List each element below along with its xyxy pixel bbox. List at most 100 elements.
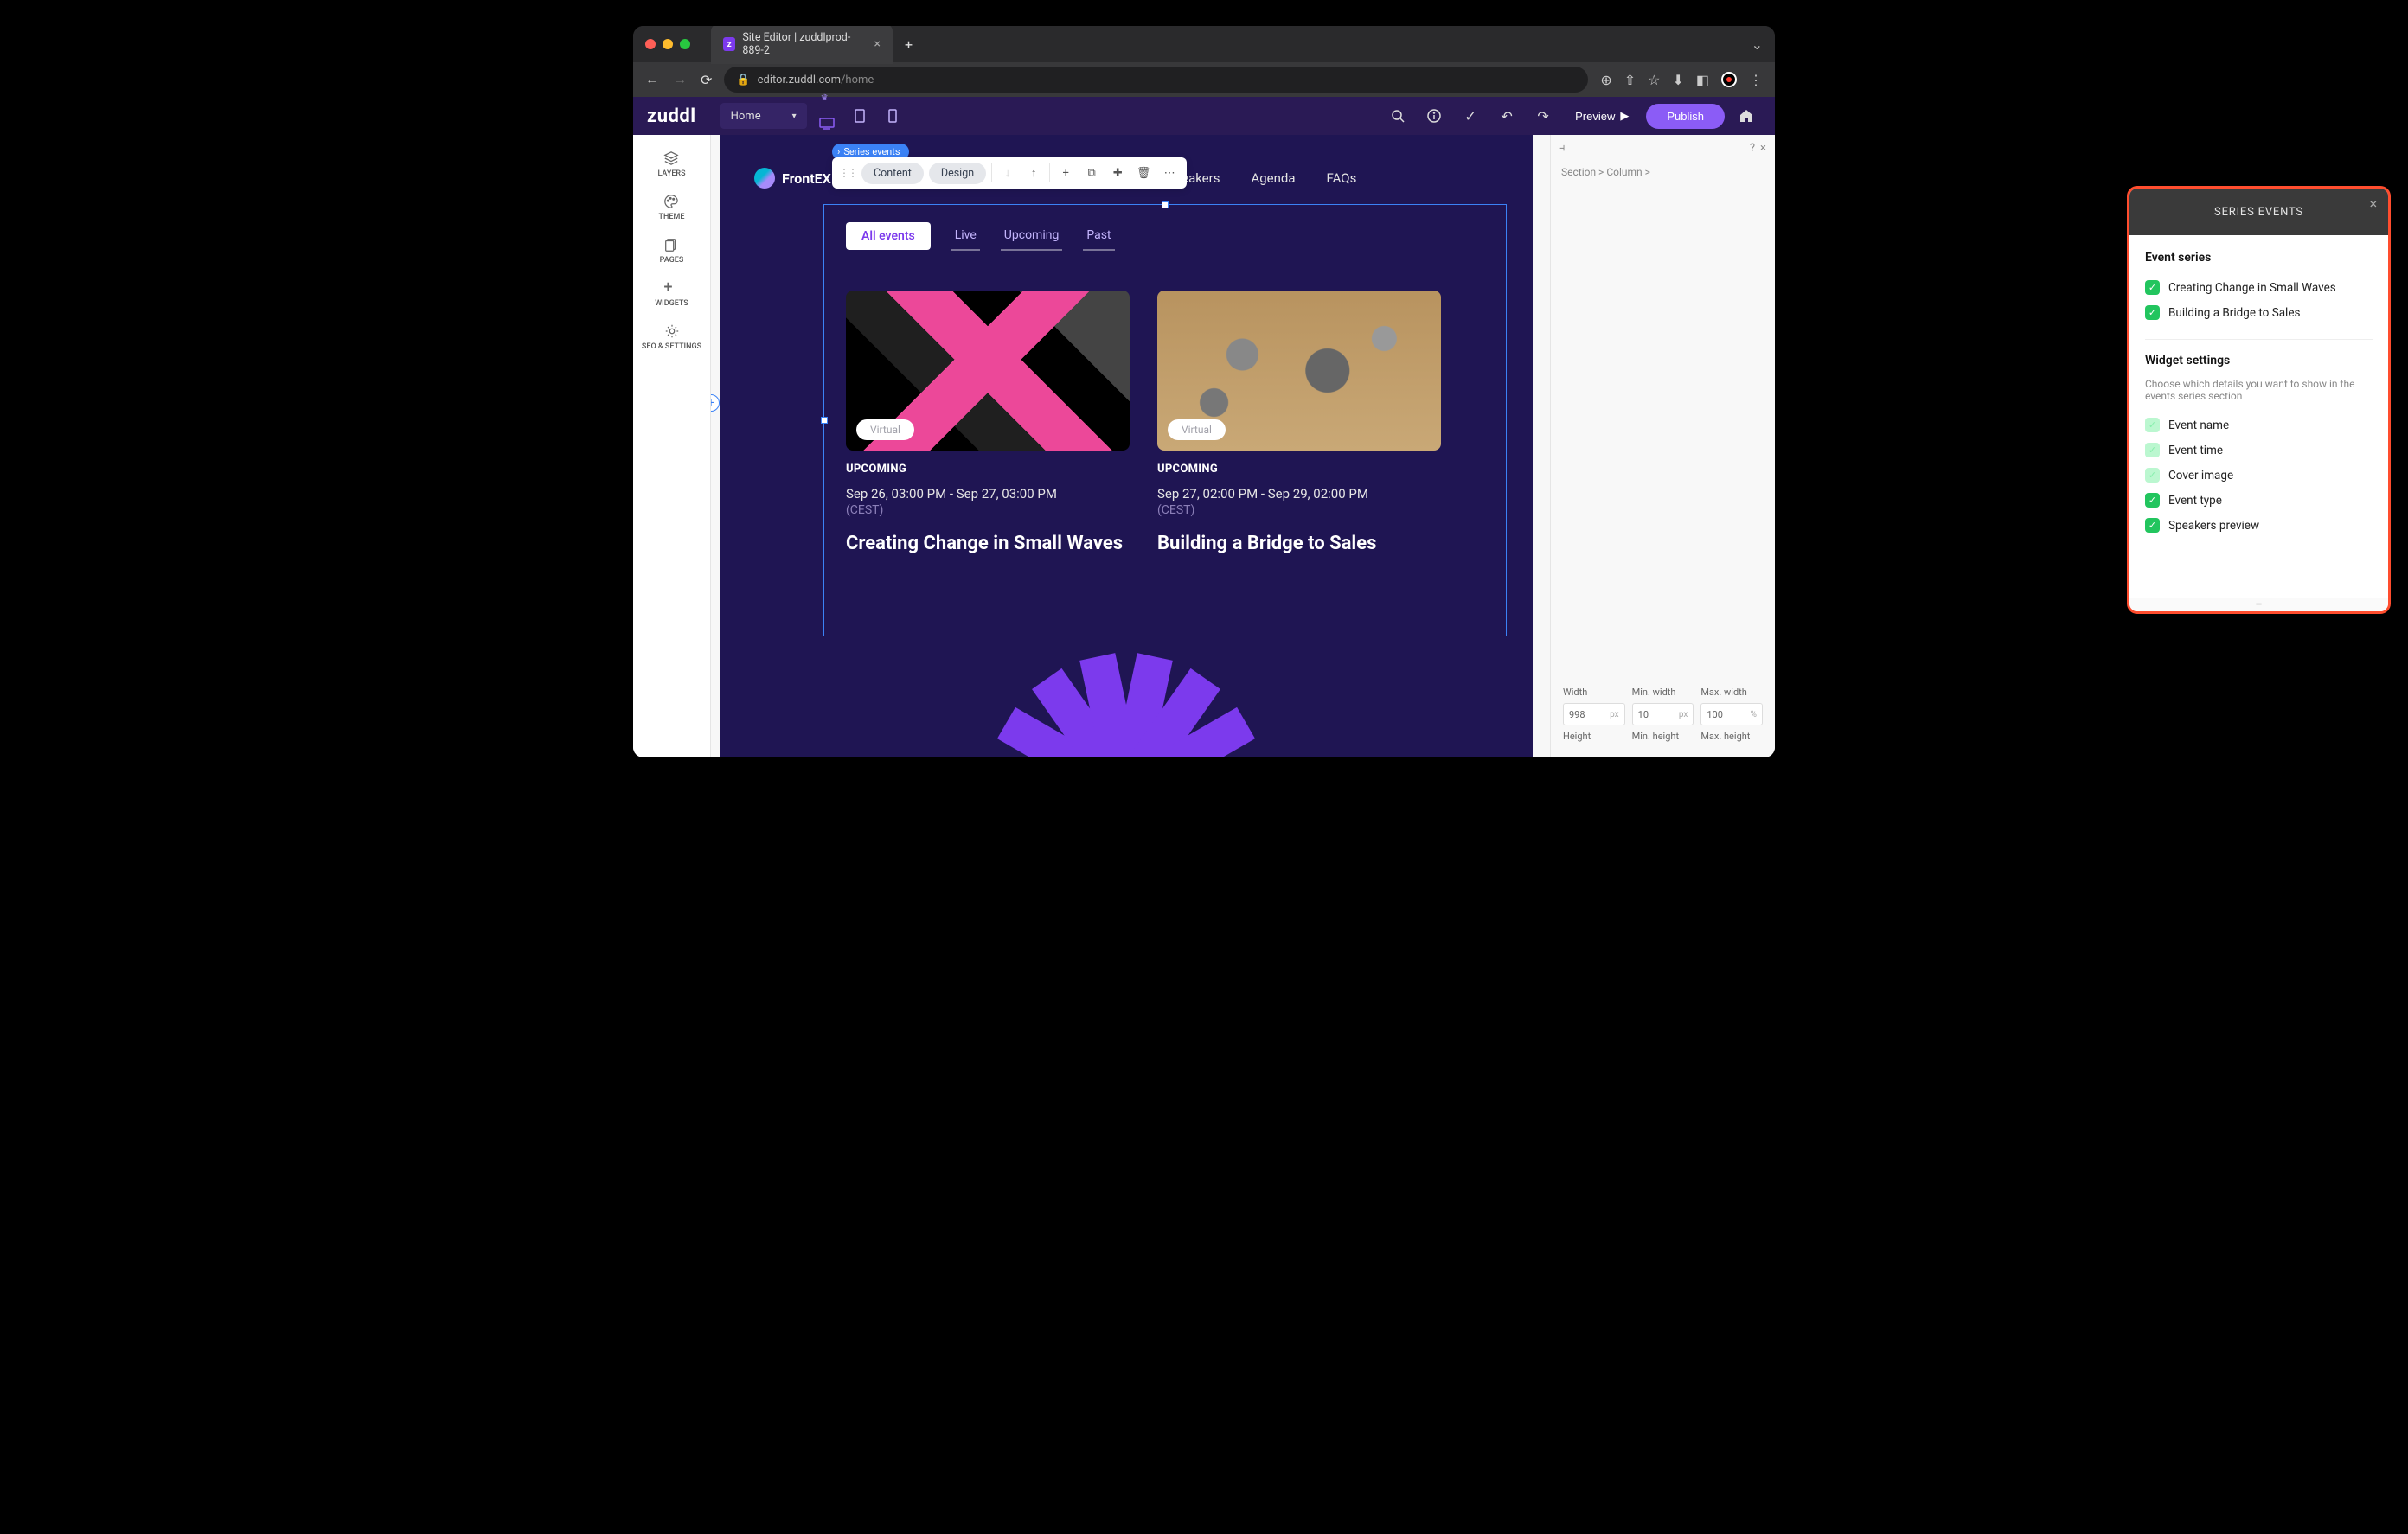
content-tab[interactable]: Content	[861, 163, 924, 184]
site-nav: Speakers Agenda FAQs	[1167, 170, 1357, 186]
filter-tabs: All events Live Upcoming Past	[846, 221, 1115, 251]
download-icon[interactable]: ⬇	[1672, 72, 1683, 88]
chevron-down-icon[interactable]: ⌄	[1752, 36, 1763, 53]
page-select-label: Home	[731, 110, 761, 123]
help-icon[interactable]: ?	[1750, 142, 1755, 155]
events-row: Virtual UPCOMING Sep 26, 03:00 PM - Sep …	[846, 291, 1498, 554]
url-path: /home	[841, 74, 874, 86]
event-card[interactable]: Virtual UPCOMING Sep 27, 02:00 PM - Sep …	[1157, 291, 1441, 554]
tab-title: Site Editor | zuddlprod-889-2	[742, 31, 863, 57]
event-timezone: (CEST)	[846, 503, 1130, 517]
tab-favicon-icon: z	[723, 37, 735, 51]
panel-icon[interactable]: ◧	[1696, 72, 1709, 88]
width-label: Width	[1563, 687, 1625, 698]
dimension-controls: Width Min. width Max. width 998px 10px 1…	[1551, 680, 1775, 749]
move-up-icon[interactable]: ↑	[1023, 163, 1044, 183]
floating-toolbar: ⋮⋮ Content Design ↓ ↑ + ⧉ ✚ 🗑 ⋯	[832, 157, 1187, 189]
record-icon[interactable]	[1721, 72, 1737, 87]
minwidth-label: Min. width	[1632, 687, 1694, 698]
editor-canvas[interactable]: FrontEX Speakers Agenda FAQs › Series ev…	[720, 135, 1533, 757]
filter-past[interactable]: Past	[1083, 221, 1114, 251]
width-input[interactable]: 998px	[1563, 703, 1625, 725]
event-title: Creating Change in Small Waves	[846, 533, 1130, 554]
event-cover-image: Virtual	[846, 291, 1130, 451]
search-button[interactable]	[1383, 101, 1412, 131]
drag-handle-icon[interactable]: ⋮⋮	[839, 167, 856, 179]
panel-toggle-icon[interactable]: ⫞	[1559, 142, 1566, 155]
sidebar-item-widgets[interactable]: + WIDGETS	[650, 275, 694, 313]
crown-icon: ♛	[821, 93, 829, 103]
close-tab-icon[interactable]: ×	[874, 37, 881, 51]
logo-orb-icon	[754, 168, 775, 189]
filter-all[interactable]: All events	[846, 222, 931, 250]
delete-icon[interactable]: 🗑	[1133, 163, 1154, 183]
zoom-icon[interactable]: ⊕	[1600, 72, 1611, 88]
filter-upcoming[interactable]: Upcoming	[1001, 221, 1063, 251]
reload-button[interactable]: ⟳	[701, 72, 712, 88]
device-tablet-button[interactable]	[847, 103, 873, 129]
url-input[interactable]: 🔒 editor.zuddl.com/home	[724, 67, 1588, 93]
add-section-button[interactable]: +	[711, 394, 720, 412]
decorative-rays	[953, 654, 1299, 757]
resize-handle-left[interactable]	[821, 417, 828, 424]
event-timezone: (CEST)	[1157, 503, 1441, 517]
event-type-badge: Virtual	[856, 419, 914, 440]
sidebar-label: LAYERS	[657, 169, 685, 178]
close-window-icon[interactable]	[645, 39, 656, 49]
event-type-badge: Virtual	[1168, 419, 1226, 440]
nav-link-agenda[interactable]: Agenda	[1251, 170, 1295, 186]
filter-live[interactable]: Live	[951, 221, 980, 251]
window-controls	[645, 39, 690, 49]
back-button[interactable]: ←	[645, 71, 659, 88]
device-desktop-button[interactable]	[814, 112, 840, 137]
bookmark-icon[interactable]: ☆	[1648, 72, 1660, 88]
close-panel-icon[interactable]: ×	[1760, 142, 1766, 155]
sidebar-label: PAGES	[660, 256, 684, 265]
maximize-window-icon[interactable]	[680, 39, 690, 49]
app-bar: zuddl Home ▾ ♛ ✓ ↶ ↷ Preview ▶	[633, 97, 1775, 135]
undo-button[interactable]: ↶	[1492, 101, 1521, 131]
more-icon[interactable]: ⋯	[1159, 163, 1180, 183]
lock-icon: 🔒	[736, 74, 750, 86]
left-sidebar: LAYERS THEME PAGES + WIDGETS SEO & SETTI…	[633, 135, 711, 757]
add-icon[interactable]: +	[1055, 163, 1076, 183]
maxwidth-input[interactable]: 100%	[1700, 703, 1763, 725]
sidebar-label: SEO & SETTINGS	[642, 342, 701, 351]
event-card[interactable]: Virtual UPCOMING Sep 26, 03:00 PM - Sep …	[846, 291, 1130, 554]
main-area: LAYERS THEME PAGES + WIDGETS SEO & SETTI…	[633, 135, 1775, 757]
publish-button[interactable]: Publish	[1646, 104, 1725, 129]
design-tab[interactable]: Design	[929, 163, 986, 184]
sidebar-item-pages[interactable]: PAGES	[655, 232, 689, 270]
play-icon: ▶	[1620, 109, 1629, 123]
add-alt-icon[interactable]: ✚	[1107, 163, 1128, 183]
sidebar-item-theme[interactable]: THEME	[654, 189, 690, 227]
canvas-wrap: + FrontEX Speakers Agenda FAQs › Series	[711, 135, 1550, 757]
new-tab-button[interactable]: +	[905, 36, 913, 53]
chevron-right-icon: ›	[837, 146, 840, 157]
nav-link-faqs[interactable]: FAQs	[1327, 170, 1357, 186]
duplicate-icon[interactable]: ⧉	[1081, 163, 1102, 183]
height-label: Height	[1563, 731, 1625, 742]
redo-button[interactable]: ↷	[1528, 101, 1558, 131]
page-select[interactable]: Home ▾	[720, 103, 807, 129]
share-icon[interactable]: ⇧	[1624, 72, 1636, 88]
browser-tab[interactable]: z Site Editor | zuddlprod-889-2 ×	[711, 26, 893, 64]
breadcrumb[interactable]: Section > Column >	[1551, 161, 1775, 183]
resize-handle-top[interactable]	[1162, 201, 1169, 208]
right-panel: ⫞ ? × Section > Column > Width Min. widt…	[1550, 135, 1775, 757]
home-button[interactable]	[1732, 101, 1761, 131]
preview-button[interactable]: Preview ▶	[1565, 104, 1639, 128]
sidebar-item-layers[interactable]: LAYERS	[652, 145, 690, 183]
info-button[interactable]	[1419, 101, 1449, 131]
event-status: UPCOMING	[1157, 463, 1441, 476]
maxwidth-label: Max. width	[1700, 687, 1763, 698]
app-logo: zuddl	[647, 105, 696, 127]
sidebar-item-seo[interactable]: SEO & SETTINGS	[637, 318, 707, 356]
minimize-window-icon[interactable]	[663, 39, 673, 49]
device-mobile-button[interactable]	[880, 103, 906, 129]
menu-icon[interactable]: ⋮	[1749, 72, 1763, 88]
sidebar-label: THEME	[659, 213, 685, 221]
url-host: editor.zuddl.com	[758, 74, 841, 86]
check-button[interactable]: ✓	[1456, 101, 1485, 131]
minwidth-input[interactable]: 10px	[1632, 703, 1694, 725]
